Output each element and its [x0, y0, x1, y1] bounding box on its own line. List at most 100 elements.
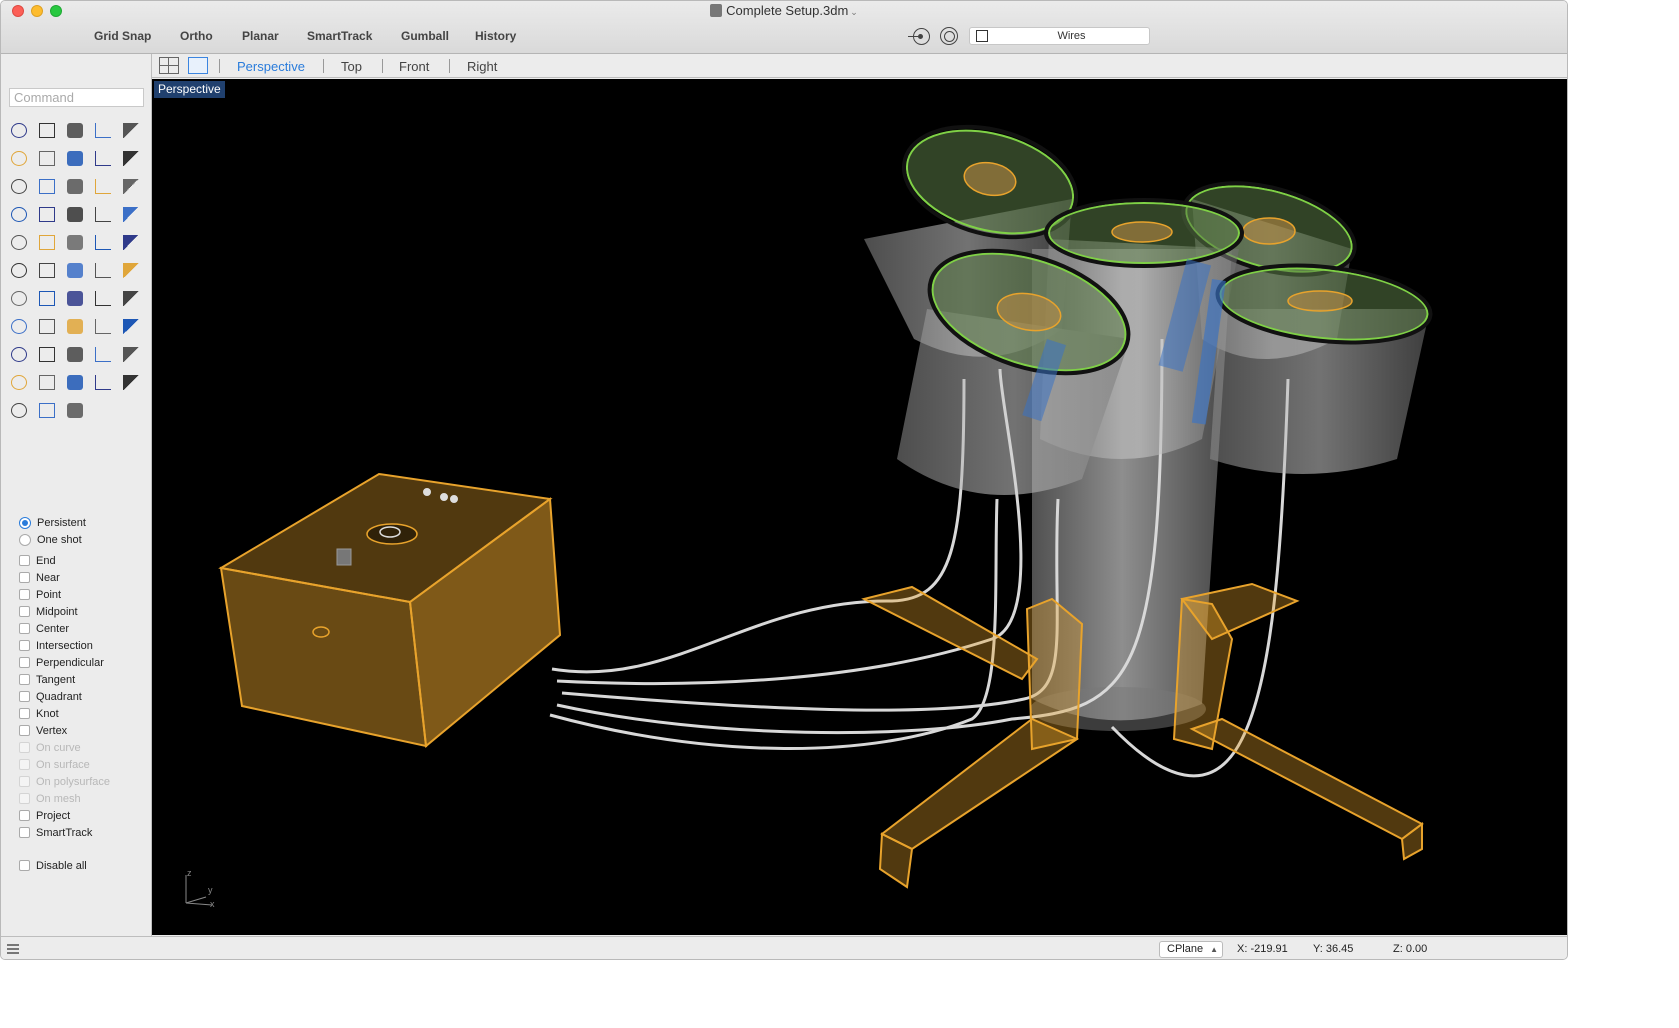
osnap-checkbox[interactable] [19, 589, 30, 600]
tool-split-button[interactable] [117, 200, 145, 228]
osnap-checkbox[interactable] [19, 674, 30, 685]
osnap-disable-all[interactable]: Disable all [19, 857, 149, 874]
history-button[interactable]: History [475, 29, 516, 43]
tool-trim-button[interactable] [89, 200, 117, 228]
tool-polyline-button[interactable] [61, 116, 89, 144]
persistent-radio[interactable] [19, 516, 31, 529]
tool-rectangle-button[interactable] [61, 144, 89, 172]
tool-car-button[interactable] [33, 340, 61, 368]
single-viewport-icon[interactable] [188, 57, 208, 74]
tool-light-button[interactable] [117, 340, 145, 368]
ortho-button[interactable]: Ortho [180, 29, 213, 43]
planar-button[interactable]: Planar [242, 29, 279, 43]
perspective-viewport[interactable]: Perspective z y x [152, 79, 1567, 935]
osnap-end[interactable]: End [19, 552, 149, 569]
tab-right[interactable]: Right [467, 59, 497, 74]
tool-sphere-button[interactable] [89, 172, 117, 200]
gumball-button[interactable]: Gumball [401, 29, 449, 43]
tool-grid-array-button[interactable] [5, 284, 33, 312]
tool-ellipse-button[interactable] [5, 144, 33, 172]
tool-point-button[interactable] [33, 116, 61, 144]
tool-align-button[interactable] [33, 284, 61, 312]
tool-select-arrow-button[interactable] [5, 116, 33, 144]
osnap-on-polysurface[interactable]: On polysurface [19, 773, 149, 790]
tool-camera-button[interactable] [33, 396, 61, 424]
osnap-checkbox[interactable] [19, 657, 30, 668]
tool-terrain-button[interactable] [61, 340, 89, 368]
osnap-quadrant[interactable]: Quadrant [19, 688, 149, 705]
osnap-perpendicular[interactable]: Perpendicular [19, 654, 149, 671]
chevron-down-icon[interactable]: ⌄ [850, 7, 858, 17]
tool-zoom-window-button[interactable] [61, 312, 89, 340]
tool-fillet-curve-button[interactable] [117, 144, 145, 172]
osnap-checkbox[interactable] [19, 691, 30, 702]
osnap-on-surface[interactable]: On surface [19, 756, 149, 773]
tool-boolean-union-button[interactable] [5, 228, 33, 256]
grid-snap-button[interactable]: Grid Snap [94, 29, 151, 43]
osnap-on-curve[interactable]: On curve [19, 739, 149, 756]
osnap-checkbox[interactable] [19, 708, 30, 719]
four-viewports-icon[interactable] [159, 57, 179, 74]
viewport-name-label[interactable]: Perspective [154, 81, 225, 98]
osnap-checkbox[interactable] [19, 640, 30, 651]
osnap-checkbox[interactable] [19, 742, 30, 753]
tool-paint-button[interactable] [5, 312, 33, 340]
tool-arc-button[interactable] [33, 144, 61, 172]
tool-material-button[interactable] [33, 368, 61, 396]
tool-plane-surface-button[interactable] [5, 200, 33, 228]
tool-extrude-curve-button[interactable] [33, 172, 61, 200]
osnap-on-mesh[interactable]: On mesh [19, 790, 149, 807]
tool-array-button[interactable] [33, 256, 61, 284]
tab-top[interactable]: Top [341, 59, 362, 74]
one-shot-radio[interactable] [19, 533, 31, 546]
model-scene[interactable] [152, 79, 1567, 935]
tool-surface-corner-button[interactable] [5, 172, 33, 200]
osnap-point[interactable]: Point [19, 586, 149, 603]
snap-toggle-button[interactable] [907, 27, 931, 45]
drum-front-right[interactable] [1191, 256, 1434, 474]
tool-explode-button[interactable] [61, 200, 89, 228]
tool-snapshot-button[interactable] [61, 396, 89, 424]
osnap-checkbox[interactable] [19, 776, 30, 787]
tool-dimension-button[interactable] [117, 256, 145, 284]
osnap-checkbox[interactable] [19, 606, 30, 617]
snap-mode-one-shot[interactable]: One shot [19, 531, 149, 548]
osnap-checkbox[interactable] [19, 572, 30, 583]
osnap-checkbox[interactable] [19, 827, 30, 838]
disable-all-checkbox[interactable] [19, 860, 30, 871]
hamburger-menu-icon[interactable] [7, 944, 19, 954]
stand-left[interactable] [861, 585, 1084, 889]
tool-group-button[interactable] [33, 228, 61, 256]
osnap-vertex[interactable]: Vertex [19, 722, 149, 739]
tool-render-button[interactable] [5, 396, 33, 424]
tool-zoom-selected-button[interactable] [117, 312, 145, 340]
tool-move-button[interactable] [5, 256, 33, 284]
window-title[interactable]: Complete Setup.3dm [726, 3, 848, 18]
tool-offset-button[interactable] [89, 228, 117, 256]
tool-circle-button[interactable] [117, 116, 145, 144]
osnap-tangent[interactable]: Tangent [19, 671, 149, 688]
tool-lock-button[interactable] [5, 368, 33, 396]
tab-front[interactable]: Front [399, 59, 429, 74]
command-input[interactable] [9, 88, 144, 107]
tool-edit-points-button[interactable] [61, 284, 89, 312]
tool-scale-button[interactable] [61, 256, 89, 284]
snap-mode-persistent[interactable]: Persistent [19, 514, 149, 531]
tool-color-wheel-button[interactable] [61, 368, 89, 396]
osnap-knot[interactable]: Knot [19, 705, 149, 722]
osnap-checkbox[interactable] [19, 810, 30, 821]
osnap-midpoint[interactable]: Midpoint [19, 603, 149, 620]
tool-analyze-button[interactable] [117, 284, 145, 312]
tool-rebuild-button[interactable] [61, 228, 89, 256]
osnap-project[interactable]: Project [19, 807, 149, 824]
tool-text-button[interactable] [117, 228, 145, 256]
cplane-select[interactable]: CPlane ▲▼ [1159, 941, 1223, 958]
osnap-checkbox[interactable] [19, 623, 30, 634]
tool-zoom-button[interactable] [33, 312, 61, 340]
smarttrack-button[interactable]: SmartTrack [307, 29, 372, 43]
tool-box-edit-button[interactable] [89, 256, 117, 284]
stand-right[interactable] [1172, 582, 1424, 861]
tool-rotate-view-button[interactable] [5, 340, 33, 368]
tool-check-button[interactable] [89, 284, 117, 312]
tool-cylinder-button[interactable] [117, 172, 145, 200]
